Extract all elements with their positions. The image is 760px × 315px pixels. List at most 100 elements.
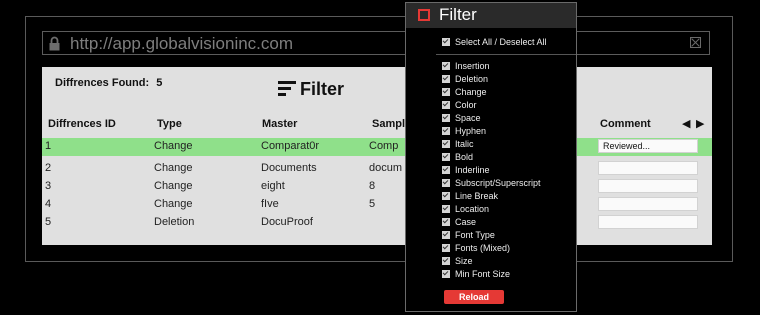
filter-option-label: Change bbox=[455, 87, 487, 97]
filter-option-fonts-mixed[interactable]: Fonts (Mixed) bbox=[442, 242, 510, 254]
comment-input[interactable] bbox=[598, 197, 698, 211]
column-header-master[interactable]: Master bbox=[262, 118, 297, 130]
cell-type: Change bbox=[154, 180, 193, 192]
checkbox-icon bbox=[442, 114, 450, 122]
filter-option-label: Space bbox=[455, 113, 481, 123]
filter-option-underline[interactable]: Inderline bbox=[442, 164, 490, 176]
filter-option-subscript[interactable]: Subscript/Superscript bbox=[442, 177, 541, 189]
differences-panel: Diffrences Found: 5 Filter Diffrences ID… bbox=[42, 67, 712, 245]
filter-popup: Filter Select All / Deselect All Inserti… bbox=[405, 2, 577, 312]
filter-option-label: Color bbox=[455, 100, 477, 110]
comment-input[interactable] bbox=[598, 215, 698, 229]
filter-option-label: Bold bbox=[455, 152, 474, 162]
filter-popup-header: Filter bbox=[406, 3, 576, 28]
divider bbox=[436, 54, 576, 55]
comment-input[interactable] bbox=[598, 161, 698, 175]
filter-option-min-font-size[interactable]: Min Font Size bbox=[442, 268, 510, 280]
cell-sample: docum bbox=[369, 162, 403, 174]
filter-option-label: Min Font Size bbox=[455, 269, 511, 279]
filter-option-label: Insertion bbox=[455, 61, 490, 71]
cell-type: Deletion bbox=[154, 216, 195, 228]
filter-option-italic[interactable]: Italic bbox=[442, 138, 474, 150]
checkbox-icon bbox=[442, 88, 450, 96]
cell-master: Comparat0r bbox=[261, 140, 320, 152]
filter-option-label: Italic bbox=[455, 139, 474, 149]
cell-master: Documents bbox=[261, 162, 317, 174]
table-row[interactable]: 3 Change eight 8 bbox=[42, 178, 712, 196]
url-bar[interactable]: http://app.globalvisioninc.com bbox=[42, 31, 710, 55]
column-header-comment[interactable]: Comment bbox=[600, 118, 651, 130]
close-icon[interactable] bbox=[690, 37, 701, 48]
filter-lines-icon bbox=[278, 80, 296, 98]
checkbox-icon bbox=[442, 257, 450, 265]
checkbox-icon bbox=[442, 231, 450, 239]
filter-option-label: Deletion bbox=[455, 74, 489, 84]
checkbox-icon bbox=[442, 62, 450, 70]
checkbox-icon bbox=[442, 270, 450, 278]
filter-option-color[interactable]: Color bbox=[442, 99, 477, 111]
filter-option-line-break[interactable]: Line Break bbox=[442, 190, 498, 202]
comment-input[interactable] bbox=[598, 179, 698, 193]
cell-sample: Comp bbox=[369, 140, 399, 152]
filter-option-label: Fonts (Mixed) bbox=[455, 243, 511, 253]
filter-option-space[interactable]: Space bbox=[442, 112, 481, 124]
filter-button-label: Filter bbox=[300, 78, 345, 99]
filter-option-change[interactable]: Change bbox=[442, 86, 487, 98]
table-row[interactable]: 5 Deletion DocuProof bbox=[42, 214, 712, 232]
select-all-checkbox[interactable]: Select All / Deselect All bbox=[442, 36, 547, 48]
cell-type: Change bbox=[154, 140, 193, 152]
filter-option-hyphen[interactable]: Hyphen bbox=[442, 125, 486, 137]
column-nav-arrows[interactable]: ◀ ▶ bbox=[682, 117, 705, 130]
cell-type: Change bbox=[154, 198, 193, 210]
filter-option-label: Line Break bbox=[455, 191, 499, 201]
filter-option-font-type[interactable]: Font Type bbox=[442, 229, 495, 241]
comment-input[interactable]: Reviewed... bbox=[598, 139, 698, 153]
column-header-id[interactable]: Diffrences ID bbox=[48, 118, 116, 130]
cell-id: 4 bbox=[45, 198, 52, 210]
checkbox-icon bbox=[442, 127, 450, 135]
checkbox-icon bbox=[442, 101, 450, 109]
filter-option-deletion[interactable]: Deletion bbox=[442, 73, 488, 85]
table-row[interactable]: 4 Change fIve 5 bbox=[42, 196, 712, 214]
checkbox-icon bbox=[442, 38, 450, 46]
filter-option-insertion[interactable]: Insertion bbox=[442, 60, 490, 72]
checkbox-icon bbox=[442, 179, 450, 187]
checkbox-icon bbox=[442, 218, 450, 226]
filter-option-label: Case bbox=[455, 217, 477, 227]
filter-square-icon bbox=[418, 9, 430, 21]
lock-icon bbox=[49, 36, 60, 51]
filter-button[interactable]: Filter bbox=[278, 77, 344, 101]
cell-id: 5 bbox=[45, 216, 52, 228]
differences-found-count: 5 bbox=[156, 77, 163, 89]
cell-sample: 8 bbox=[369, 180, 376, 192]
cell-master: eight bbox=[261, 180, 285, 192]
checkbox-icon bbox=[442, 205, 450, 213]
cell-id: 2 bbox=[45, 162, 52, 174]
differences-found-label: Diffrences Found: bbox=[55, 77, 150, 89]
checkbox-icon bbox=[442, 75, 450, 83]
select-all-label: Select All / Deselect All bbox=[455, 37, 547, 47]
filter-option-bold[interactable]: Bold bbox=[442, 151, 473, 163]
filter-option-label: Inderline bbox=[455, 165, 490, 175]
filter-option-label: Location bbox=[455, 204, 490, 214]
cell-master: fIve bbox=[261, 198, 279, 210]
column-header-type[interactable]: Type bbox=[157, 118, 182, 130]
url-text: http://app.globalvisioninc.com bbox=[70, 34, 294, 53]
cell-sample: 5 bbox=[369, 198, 376, 210]
filter-option-label: Font Type bbox=[455, 230, 495, 240]
table-row[interactable]: 1 Change Comparat0r Comp Reviewed... bbox=[42, 138, 712, 156]
filter-option-location[interactable]: Location bbox=[442, 203, 489, 215]
differences-found: Diffrences Found: 5 bbox=[55, 77, 162, 89]
filter-option-label: Size bbox=[455, 256, 473, 266]
cell-master: DocuProof bbox=[261, 216, 313, 228]
filter-option-case[interactable]: Case bbox=[442, 216, 476, 228]
filter-option-size[interactable]: Size bbox=[442, 255, 473, 267]
table-row[interactable]: 2 Change Documents docum bbox=[42, 160, 712, 178]
checkbox-icon bbox=[442, 166, 450, 174]
filter-popup-title: Filter bbox=[439, 5, 477, 24]
checkbox-icon bbox=[442, 153, 450, 161]
filter-option-label: Hyphen bbox=[455, 126, 487, 136]
checkbox-icon bbox=[442, 140, 450, 148]
filter-option-label: Subscript/Superscript bbox=[455, 178, 541, 188]
reload-button[interactable]: Reload bbox=[444, 290, 504, 304]
